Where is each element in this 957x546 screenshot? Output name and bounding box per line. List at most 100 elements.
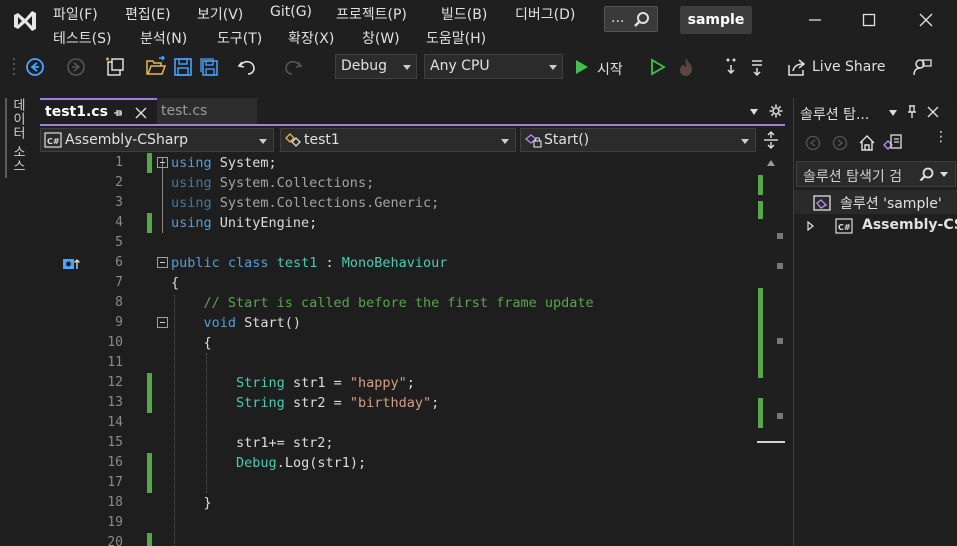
- code-line[interactable]: 10 {: [40, 333, 757, 353]
- code-token: System.Collections.Generic;: [211, 195, 440, 211]
- code-line[interactable]: 7{: [40, 273, 757, 293]
- member-dropdown[interactable]: Start(): [520, 128, 756, 152]
- code-line[interactable]: 13 String str2 = "birthday";: [40, 393, 757, 413]
- start-without-debugging-icon[interactable]: [646, 56, 668, 78]
- back-icon[interactable]: [805, 135, 821, 151]
- code-line[interactable]: 3 using System.Collections.Generic;: [40, 193, 757, 213]
- menu-tools[interactable]: 도구(T): [217, 28, 262, 48]
- save-all-icon[interactable]: [198, 56, 220, 78]
- menu-debug[interactable]: 디버그(D): [515, 4, 575, 24]
- menu-help[interactable]: 도움말(H): [426, 28, 486, 48]
- menu-test[interactable]: 테스트(S): [53, 28, 111, 48]
- new-project-icon[interactable]: [104, 56, 126, 78]
- forward-icon[interactable]: [832, 135, 848, 151]
- maximize-icon[interactable]: [857, 8, 881, 32]
- switch-views-icon[interactable]: [882, 133, 904, 153]
- open-folder-icon[interactable]: [145, 56, 167, 78]
- menu-view[interactable]: 보기(V): [197, 4, 243, 24]
- code-line[interactable]: 8 // Start is called before the first fr…: [40, 293, 757, 313]
- fold-collapse-icon[interactable]: [157, 157, 168, 168]
- code-token: using: [171, 195, 212, 211]
- home-icon[interactable]: [858, 134, 876, 152]
- close-icon[interactable]: [914, 8, 938, 32]
- line-number: 20: [107, 535, 123, 546]
- editor-scrollbar[interactable]: [757, 153, 785, 546]
- pin-icon[interactable]: [112, 107, 124, 119]
- menu-extensions[interactable]: 확장(X): [288, 28, 334, 48]
- gear-icon[interactable]: [769, 104, 783, 118]
- menu-analyze[interactable]: 분석(N): [140, 28, 187, 48]
- change-marker: [147, 473, 152, 493]
- code-line[interactable]: 16 Debug.Log(str1);: [40, 453, 757, 473]
- feedback-icon[interactable]: [911, 56, 933, 78]
- code-line[interactable]: 20: [40, 533, 757, 546]
- code-line[interactable]: 2 using System.Collections;: [40, 173, 757, 193]
- project-dropdown[interactable]: C# Assembly-CSharp: [40, 128, 274, 152]
- search-options-dropdown-icon[interactable]: [940, 172, 948, 178]
- code-line[interactable]: 4 using UnityEngine;: [40, 213, 757, 233]
- code-text: public class test1 : MonoBehaviour: [171, 253, 447, 273]
- code-token: :: [317, 255, 342, 271]
- redo-icon[interactable]: [282, 56, 304, 78]
- step-over-icon[interactable]: [723, 56, 745, 78]
- data-sources-tab[interactable]: 데이터 소스: [8, 98, 27, 173]
- solution-platform-select[interactable]: Any CPU: [424, 54, 563, 79]
- code-line[interactable]: 11: [40, 353, 757, 373]
- code-line[interactable]: 12 String str1 = "happy";: [40, 373, 757, 393]
- toolbar-grip-icon[interactable]: [12, 56, 16, 80]
- menu-git[interactable]: Git(G): [270, 4, 312, 20]
- toolbar-overflow-icon[interactable]: ⋮: [934, 129, 948, 145]
- expand-arrow-icon[interactable]: [807, 221, 815, 231]
- line-number: 12: [107, 375, 123, 390]
- panel-options-icon[interactable]: [888, 109, 898, 117]
- save-icon[interactable]: [172, 56, 194, 78]
- tree-row-solution[interactable]: 솔루션 'sample': [794, 190, 957, 214]
- tree-row-project[interactable]: C# Assembly-CSharp: [794, 214, 957, 238]
- navigate-forward-icon[interactable]: [65, 56, 87, 78]
- code-token: Start(): [236, 315, 302, 331]
- code-line[interactable]: 6 public class test1 : MonoBehaviour: [40, 253, 757, 273]
- menu-file[interactable]: 파일(F): [53, 4, 98, 24]
- start-button-label[interactable]: 시작: [597, 59, 623, 79]
- tab-label: test1.cs: [45, 104, 108, 120]
- hot-reload-icon[interactable]: [675, 56, 697, 78]
- split-window-icon[interactable]: [762, 131, 780, 149]
- code-editor[interactable]: 1 using System; 2 using System.Collections;…: [40, 153, 757, 546]
- class-dropdown[interactable]: test1: [280, 128, 516, 152]
- fold-collapse-icon[interactable]: [157, 257, 168, 268]
- live-share-icon[interactable]: [786, 56, 808, 78]
- code-line[interactable]: 17: [40, 473, 757, 493]
- close-panel-icon[interactable]: [927, 106, 939, 118]
- tab-list-dropdown-icon[interactable]: [749, 108, 759, 116]
- menu-window[interactable]: 창(W): [362, 28, 400, 48]
- scroll-up-arrow-icon[interactable]: [766, 159, 776, 167]
- minimize-icon[interactable]: [803, 8, 827, 32]
- undo-icon[interactable]: [236, 56, 258, 78]
- search-box[interactable]: ...: [604, 6, 658, 32]
- start-debugging-icon[interactable]: [570, 56, 592, 78]
- code-line[interactable]: 14: [40, 413, 757, 433]
- format-document-icon[interactable]: [748, 56, 770, 78]
- navigate-back-icon[interactable]: [24, 56, 46, 78]
- scroll-marker: [777, 263, 783, 269]
- pin-icon[interactable]: [906, 105, 918, 119]
- tab-test-cs[interactable]: test.cs: [157, 98, 257, 125]
- menu-build[interactable]: 빌드(B): [441, 4, 487, 24]
- menu-project[interactable]: 프로젝트(P): [336, 4, 407, 24]
- solution-configuration-select[interactable]: Debug: [335, 54, 417, 79]
- search-icon[interactable]: [919, 167, 935, 183]
- live-share-button[interactable]: Live Share: [812, 59, 885, 75]
- code-line[interactable]: 18 }: [40, 493, 757, 513]
- fold-collapse-icon[interactable]: [157, 317, 168, 328]
- close-tab-icon[interactable]: [135, 107, 147, 119]
- code-line[interactable]: 5: [40, 233, 757, 253]
- document-tabs: test1.cs test.cs: [40, 98, 785, 125]
- code-line[interactable]: 15 str1+= str2;: [40, 433, 757, 453]
- code-line[interactable]: 19: [40, 513, 757, 533]
- solution-search-input[interactable]: 솔루션 탐색기 검: [796, 161, 956, 187]
- menu-edit[interactable]: 편집(E): [125, 4, 171, 24]
- code-line[interactable]: 1 using System;: [40, 153, 757, 173]
- tab-test1-cs[interactable]: test1.cs: [40, 98, 157, 125]
- code-line[interactable]: 9 void Start(): [40, 313, 757, 333]
